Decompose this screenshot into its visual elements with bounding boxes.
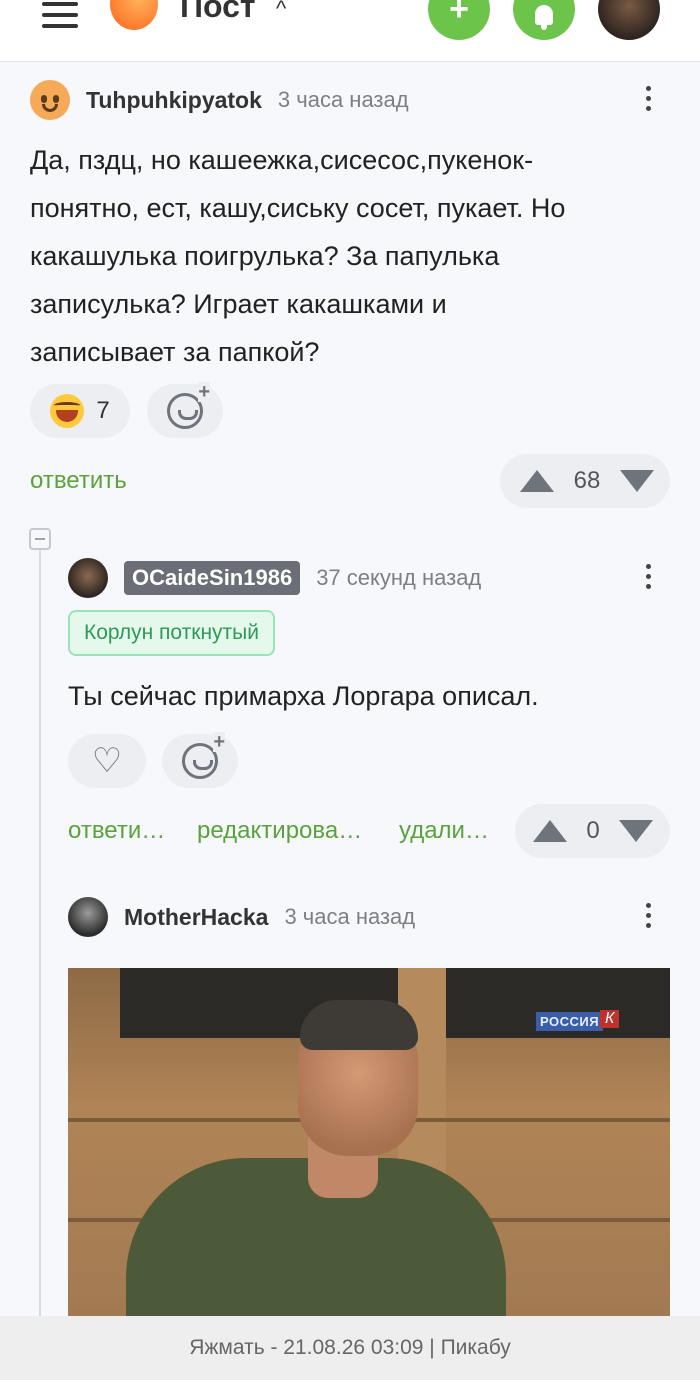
pikabu-logo[interactable] — [110, 0, 158, 30]
collapse-thread-icon[interactable] — [29, 528, 51, 550]
author-name[interactable]: Tuhpuhkipyatok — [86, 87, 262, 114]
vote-control: 0 — [515, 804, 670, 858]
avatar[interactable] — [68, 897, 108, 937]
comment-timestamp: 3 часа назад — [277, 87, 409, 112]
user-avatar[interactable] — [598, 0, 660, 40]
comment-video[interactable]: РОССИЯ К — [68, 968, 670, 1318]
reaction-laugh[interactable]: 7 — [30, 384, 130, 438]
delete-link[interactable]: удали… — [399, 817, 489, 845]
laughing-emoji-icon — [50, 394, 85, 428]
vote-control: 68 — [500, 454, 670, 508]
add-post-button[interactable]: + — [428, 0, 490, 40]
comment-line: Да, пздц, но кашеежка,сисесос,пукенок- — [30, 145, 534, 175]
comment-header: MotherHacka 3 часа назад — [68, 897, 415, 937]
add-reaction-button[interactable] — [162, 732, 238, 788]
upvote-icon[interactable] — [520, 470, 554, 492]
like-button[interactable]: ♡ — [68, 734, 146, 788]
user-note-badge[interactable]: Корлун поткнутый — [68, 610, 275, 656]
more-options-icon[interactable] — [644, 564, 652, 589]
comment-line: понятно, ест, кашу,сиську сосет, пукает.… — [30, 193, 566, 223]
rating-count: 0 — [586, 817, 600, 844]
page-title[interactable]: Пост — [180, 0, 256, 25]
reply-link[interactable]: ответить — [30, 467, 127, 495]
more-options-icon[interactable] — [644, 86, 652, 111]
author-name[interactable]: OCaideSin1986 — [124, 561, 301, 595]
comment-line: записулька? Играет какашками и — [30, 289, 447, 319]
heart-icon: ♡ — [91, 742, 123, 780]
footer-caption: Яжмать - 21.08.26 03:09 | Пикабу — [0, 1316, 700, 1380]
downvote-icon[interactable] — [620, 470, 654, 492]
author-name[interactable]: MotherHacka — [124, 904, 268, 931]
more-options-icon[interactable] — [644, 903, 652, 928]
channel-watermark-k: К — [600, 1010, 620, 1028]
comment-header: Tuhpuhkipyatok 3 часа назад — [30, 80, 409, 120]
bell-icon — [535, 5, 553, 30]
avatar[interactable] — [30, 80, 70, 120]
comment-line: записывает за папкой? — [30, 337, 320, 367]
reaction-count: 7 — [96, 397, 110, 424]
upvote-icon[interactable] — [533, 820, 567, 842]
comment-body: Ты сейчас примарха Лоргара описал. — [68, 681, 539, 711]
top-app-bar: Пост ^ + — [0, 0, 700, 62]
add-emoji-icon — [167, 382, 210, 429]
menu-icon[interactable] — [42, 2, 78, 28]
edit-link[interactable]: редактирова… — [197, 817, 362, 845]
thread-line — [39, 550, 41, 1320]
chevron-up-icon[interactable]: ^ — [276, 0, 286, 22]
comment-timestamp: 37 секунд назад — [316, 565, 482, 590]
reply-link[interactable]: ответи… — [68, 817, 165, 845]
comment-header: OCaideSin1986 37 секунд назад — [68, 558, 481, 598]
avatar[interactable] — [68, 558, 108, 598]
channel-watermark: РОССИЯ — [536, 1012, 604, 1031]
notifications-button[interactable] — [513, 0, 575, 40]
comment-timestamp: 3 часа назад — [284, 904, 416, 929]
add-reaction-button[interactable] — [147, 382, 223, 438]
downvote-icon[interactable] — [619, 820, 653, 842]
rating-count: 68 — [573, 467, 601, 494]
comment-body: Да, пздц, но кашеежка,сисесос,пукенок- п… — [30, 136, 680, 376]
add-emoji-icon — [182, 732, 225, 779]
comment-line: какашулька поигрулька? За папулька — [30, 241, 500, 271]
